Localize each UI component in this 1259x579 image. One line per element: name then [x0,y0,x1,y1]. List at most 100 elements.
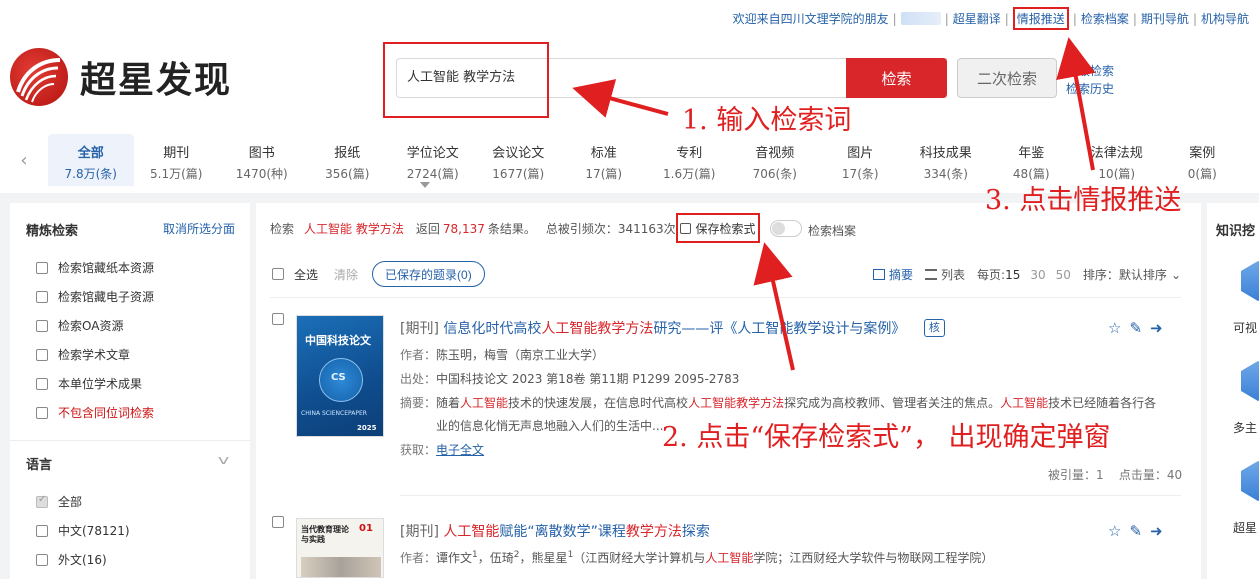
page-size-30[interactable]: 30 [1030,268,1045,282]
checkbox[interactable] [36,406,48,419]
tab-video[interactable]: 音视频 706(条) [732,134,818,186]
translate-link[interactable]: 超星翻译 [953,10,1001,27]
edit-icon[interactable]: ✎ [1129,319,1142,337]
checkbox[interactable] [36,290,48,303]
facet-no-synonym[interactable]: 不包含同位词检索 [36,404,154,421]
chevron-down-icon[interactable]: v [218,453,229,467]
knowledge-panel: 知识挖 可视 多主 超星 [1207,203,1259,579]
tab-all[interactable]: 全部 7.8万(条) [48,134,134,186]
checkbox[interactable] [36,553,48,566]
result-total: 78,137 [442,221,485,236]
cover-image[interactable]: 中国科技论文 CS CHINA SCIENCEPAPER 2025 [296,315,384,437]
abstract-view-icon [873,269,885,280]
clear-facets-link[interactable]: 取消所选分面 [163,220,235,237]
facet-paper[interactable]: 检索馆藏纸本资源 [36,259,154,276]
chevron-left-icon[interactable]: ‹ [0,134,48,186]
checkbox[interactable] [36,319,48,332]
sort-select[interactable]: 排序：默认排序 [1083,266,1167,283]
record-stats: 被引量：1 点击量：40 [1048,468,1183,482]
facet-article[interactable]: 检索学术文章 [36,346,130,363]
checkbox[interactable] [36,348,48,361]
cover-image[interactable]: 当代教育理论与实践 01 [296,518,384,578]
tab-achievement[interactable]: 科技成果 334(条) [903,134,989,186]
abstract-view-link[interactable]: 摘要 [889,266,913,283]
select-all-checkbox[interactable] [272,268,284,280]
visual-icon[interactable] [1241,261,1259,301]
chaoxing-icon[interactable] [1241,461,1259,501]
record-authors: 作者：陈玉明，梅雪（南京工业大学） [400,348,605,362]
page-size-50[interactable]: 50 [1056,268,1071,282]
annotation-step2: 2. 点击“保存检索式”， 出现确定弹窗 [662,422,1111,453]
record-checkbox[interactable] [272,516,284,528]
record-abstract-line2: 业的信息化悄无声息地融入人们的生活中... [436,419,664,433]
refine-title: 精炼检索 [26,224,79,239]
tab-book[interactable]: 图书 1470(种) [219,134,305,186]
tab-journal[interactable]: 期刊 5.1万(篇) [134,134,220,186]
star-icon[interactable]: ☆ [1108,522,1121,540]
tab-standard[interactable]: 标准 17(篇) [561,134,647,186]
journal-nav-link[interactable]: 期刊导航 [1141,10,1189,27]
search-history-link[interactable]: 检索历史 [1066,80,1114,98]
refine-sidebar: 精炼检索 取消所选分面 检索馆藏纸本资源 检索馆藏电子资源 检索OA资源 检索学… [10,203,250,579]
tab-newspaper[interactable]: 报纸 356(篇) [305,134,391,186]
results-panel: 检索 人工智能 教学方法 返回 78,137 条结果。 总被引频次：341163… [256,203,1201,579]
user-name-blurred [900,12,941,25]
summary-keyword: 人工智能 教学方法 [304,222,404,236]
list-view-link[interactable]: 列表 [941,266,965,283]
caret-down-icon [420,182,430,188]
logo-text: 超星发现 [80,60,233,101]
tab-thesis[interactable]: 学位论文 2724(篇) [390,134,476,186]
lang-all[interactable]: 全部 [36,493,82,510]
visual-label[interactable]: 可视 [1233,319,1257,336]
save-query-button[interactable]: 保存检索式 [676,213,760,243]
facet-oa[interactable]: 检索OA资源 [36,317,123,334]
share-icon[interactable]: ➜ [1150,319,1163,337]
save-icon [680,222,692,234]
record-title[interactable]: [期刊] 人工智能赋能“离散数学”课程教学方法探索 [400,521,710,541]
search-archive-link[interactable]: 检索档案 [1081,10,1129,27]
chaoxing-label[interactable]: 超星 [1233,519,1257,536]
record-checkbox[interactable] [272,313,284,325]
record-authors: 作者：谭作文1，伍琦2，熊星星1（江西财经大学计算机与人工智能学院；江西财经大学… [400,550,994,565]
second-search-button[interactable]: 二次检索 [957,58,1057,98]
annotation-step1: 1. 输入检索词 [682,105,852,136]
logo[interactable]: 超星发现 [10,48,232,106]
edit-icon[interactable]: ✎ [1129,522,1142,540]
core-badge: 核 [923,319,945,337]
record-actions: ☆ ✎ ➜ [1108,319,1171,337]
intel-push-link[interactable]: 情报推送 [1012,7,1069,30]
per-page-label: 每页: [977,268,1006,282]
tab-conference[interactable]: 会议论文 1677(篇) [476,134,562,186]
chevron-down-icon[interactable]: ⌄ [1171,268,1181,282]
logo-icon [10,48,68,106]
knowledge-title: 知识挖 [1216,224,1256,239]
archive-label: 检索档案 [808,224,857,238]
archive-toggle[interactable] [770,220,802,237]
lang-chinese[interactable]: 中文(78121) [36,522,130,539]
advanced-search-link[interactable]: 高级检索 [1066,62,1114,80]
saved-records-button[interactable]: 已保存的题录(0) [372,261,485,287]
facet-electronic[interactable]: 检索馆藏电子资源 [36,288,154,305]
view-controls: 摘要 列表 每页: 15 30 50 排序：默认排序 ⌄ [873,266,1181,283]
checkbox[interactable] [36,524,48,537]
checkbox[interactable] [36,261,48,274]
checkbox[interactable] [36,494,48,508]
search-button[interactable]: 检索 [846,58,947,98]
fulltext-link[interactable]: 电子全文 [436,443,484,457]
topic-label[interactable]: 多主 [1233,419,1257,436]
tab-image[interactable]: 图片 17(条) [818,134,904,186]
star-icon[interactable]: ☆ [1108,319,1121,337]
tab-patent[interactable]: 专利 1.6万(篇) [647,134,733,186]
record-title[interactable]: [期刊] 信息化时代高校人工智能教学方法研究——评《人工智能教学设计与案例》 核 [400,318,945,338]
page-size-15[interactable]: 15 [1005,268,1020,282]
clear-selection-link[interactable]: 清除 [334,266,358,283]
institution-nav-link[interactable]: 机构导航 [1201,10,1249,27]
share-icon[interactable]: ➜ [1150,522,1163,540]
advanced-links: 高级检索 检索历史 [1066,62,1114,98]
topic-icon[interactable] [1241,361,1259,401]
lang-foreign[interactable]: 外文(16) [36,551,107,568]
annotation-step3: 3. 点击情报推送 [985,185,1182,216]
facet-unit[interactable]: 本单位学术成果 [36,375,142,392]
checkbox[interactable] [36,377,48,390]
selection-row: 全选 清除 已保存的题录(0) [272,261,485,287]
